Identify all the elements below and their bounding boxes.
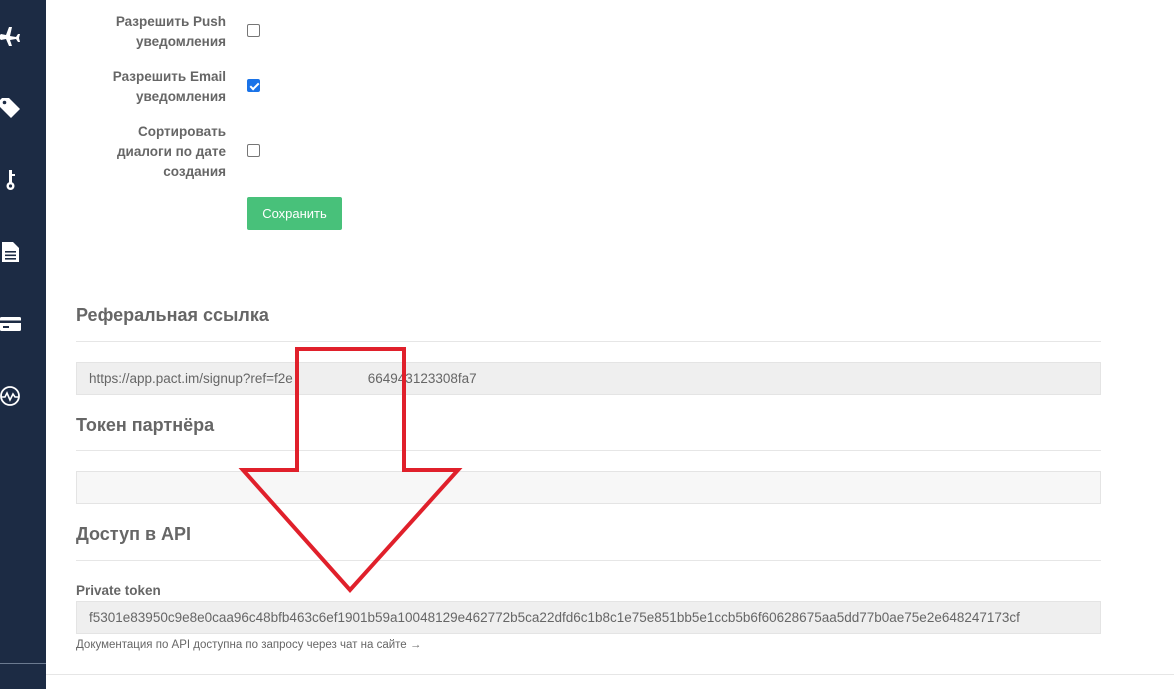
sort-dialogs-label: Сортировать диалоги по дате создания (56, 122, 226, 182)
label-line: уведомления (136, 34, 226, 49)
sort-dialogs-checkbox[interactable] (247, 144, 260, 157)
label-line: Сортировать (137, 124, 226, 139)
label-line: Разрешить Email (112, 69, 226, 84)
document-icon[interactable] (0, 241, 22, 263)
sidebar-divider (0, 663, 46, 664)
page-bottom-divider (46, 674, 1174, 675)
referral-link-title: Реферальная ссылка (76, 305, 269, 325)
push-notifications-checkbox[interactable] (247, 24, 260, 37)
email-notifications-label: Разрешить Email уведомления (56, 67, 226, 107)
api-docs-note: Документация по API доступна по запросу … (76, 639, 422, 651)
partner-token-input[interactable] (76, 471, 1101, 504)
email-notifications-checkbox[interactable] (247, 79, 260, 92)
credit-card-icon[interactable] (0, 313, 22, 335)
sidebar (0, 0, 46, 689)
private-token-label: Private token (76, 583, 161, 598)
airplane-icon[interactable] (0, 25, 22, 47)
partner-token-title: Токен партнёра (76, 415, 215, 435)
label-line: Разрешить Push (115, 14, 226, 29)
private-token-input[interactable] (76, 601, 1101, 634)
section-divider (76, 341, 1101, 342)
key-icon[interactable] (0, 169, 22, 191)
save-button[interactable]: Сохранить (247, 197, 342, 230)
section-divider (76, 560, 1101, 561)
tag-icon[interactable] (0, 97, 22, 119)
main-content: Разрешить Push уведомления Разрешить Ema… (46, 0, 1174, 689)
label-line: диалоги по дате (116, 144, 226, 159)
referral-link-input[interactable] (76, 362, 1101, 395)
push-notifications-label: Разрешить Push уведомления (56, 12, 226, 52)
api-access-title: Доступ в API (76, 524, 192, 544)
label-line: создания (163, 164, 226, 179)
section-divider (76, 450, 1101, 451)
label-line: уведомления (136, 89, 226, 104)
pulse-icon[interactable] (0, 385, 22, 407)
